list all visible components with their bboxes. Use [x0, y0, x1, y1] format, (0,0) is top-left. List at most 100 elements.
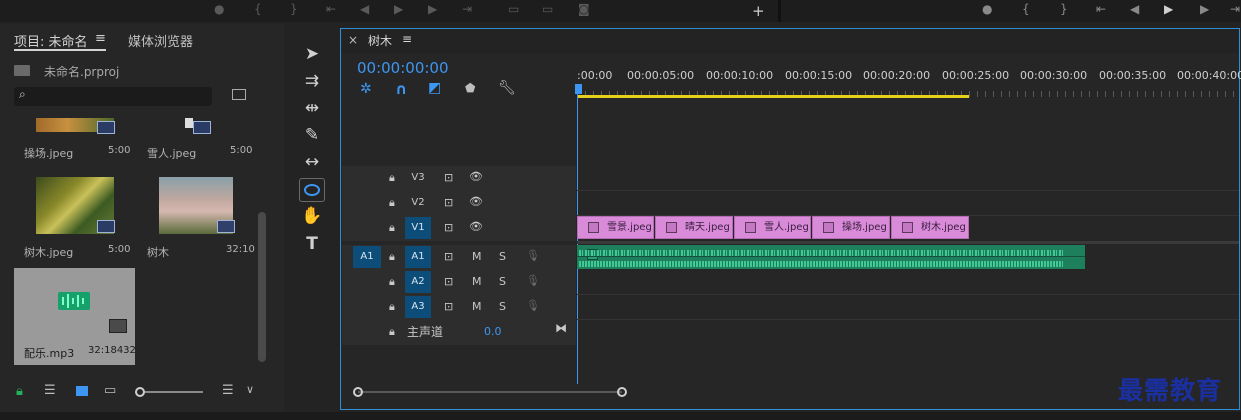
work-area-bar[interactable] — [577, 95, 969, 98]
ripple-edit-tool-icon[interactable]: ⇹ — [300, 97, 324, 119]
add-button-icon[interactable]: + — [752, 2, 765, 20]
program-step-forward-icon[interactable]: ▶ — [1200, 2, 1209, 16]
scroll-handle-right[interactable] — [617, 387, 627, 397]
mic-icon[interactable]: 🎙︎ — [526, 249, 540, 262]
new-bin-icon[interactable] — [232, 89, 246, 100]
type-tool-icon[interactable]: T — [300, 233, 324, 255]
sync-lock-icon[interactable]: ⊡ — [444, 250, 453, 263]
go-out-icon[interactable]: ⇥ — [462, 2, 472, 16]
sequence-tab[interactable]: 树木 — [368, 32, 392, 49]
mic-icon[interactable]: 🎙︎ — [526, 299, 540, 312]
mic-icon[interactable]: 🎙︎ — [526, 274, 540, 287]
lock-track-icon[interactable]: 🔒︎ — [389, 250, 395, 264]
out-point-icon[interactable]: } — [290, 2, 298, 16]
program-step-back-icon[interactable]: ◀ — [1130, 2, 1139, 16]
eye-icon[interactable]: 👁︎ — [469, 220, 483, 233]
zoom-slider-track[interactable] — [145, 391, 203, 393]
list-view-icon[interactable]: ☰ — [44, 383, 56, 398]
playhead-handle[interactable] — [575, 84, 582, 94]
audio-clip[interactable] — [577, 245, 1085, 269]
playhead-line[interactable] — [577, 94, 578, 384]
scroll-handle-left[interactable] — [353, 387, 363, 397]
linked-selection-icon[interactable]: ◩ — [428, 80, 441, 96]
item-duration: 32:18432 — [88, 345, 136, 356]
program-in-icon[interactable]: { — [1022, 2, 1030, 16]
thumbnail-snowman[interactable] — [185, 118, 193, 128]
tab-menu-icon[interactable]: ≡ — [95, 31, 106, 46]
slip-tool-icon[interactable]: ↔ — [300, 151, 324, 173]
solo-button[interactable]: S — [499, 250, 506, 263]
snap-icon[interactable]: ∩ — [395, 80, 407, 98]
eye-icon[interactable]: 👁︎ — [469, 195, 483, 208]
step-back-icon[interactable]: ◀ — [360, 2, 369, 16]
go-in-icon[interactable]: ⇤ — [326, 2, 336, 16]
lock-track-icon[interactable]: 🔒︎ — [389, 275, 395, 289]
hand-tool-icon[interactable]: ✋ — [300, 205, 324, 227]
bin-scrollbar[interactable] — [258, 212, 266, 362]
freeform-view-icon[interactable]: ▭ — [104, 383, 116, 398]
step-forward-icon[interactable]: ▶ — [428, 2, 437, 16]
overwrite-icon[interactable]: ▭ — [542, 2, 553, 16]
zoom-slider-handle[interactable] — [135, 387, 145, 397]
sort-icon[interactable]: ☰ — [222, 383, 234, 398]
track-label-v3[interactable]: V3 — [405, 167, 431, 189]
mute-button[interactable]: M — [472, 250, 482, 263]
track-select-tool-icon[interactable]: ⇉ — [300, 70, 324, 92]
sync-lock-icon[interactable]: ⊡ — [444, 171, 453, 184]
search-input[interactable] — [14, 87, 212, 106]
video-clip[interactable]: 树木.jpeg — [891, 216, 969, 239]
lock-track-icon[interactable]: 🔒︎ — [389, 325, 395, 339]
marker-icon[interactable]: ● — [214, 2, 224, 16]
sync-lock-icon[interactable]: ⊡ — [444, 196, 453, 209]
track-label-a3[interactable]: A3 — [405, 296, 431, 318]
video-clip[interactable]: 晴天.jpeg — [655, 216, 733, 239]
chevron-down-icon[interactable]: ∨ — [246, 383, 254, 396]
master-volume-value[interactable]: 0.0 — [484, 325, 502, 338]
video-clip[interactable]: 操场.jpeg — [812, 216, 890, 239]
tab-media-browser[interactable]: 媒体浏览器 — [128, 31, 193, 50]
sync-lock-icon[interactable]: ⊡ — [444, 300, 453, 313]
mute-button[interactable]: M — [472, 275, 482, 288]
lock-track-icon[interactable]: 🔒︎ — [389, 171, 395, 185]
program-marker-icon[interactable]: ● — [982, 2, 992, 16]
master-meter-icon[interactable]: ⧓ — [555, 321, 567, 335]
mute-button[interactable]: M — [472, 300, 482, 313]
close-tab-icon[interactable]: × — [348, 33, 358, 47]
insert-icon[interactable]: ▭ — [508, 2, 519, 16]
track-label-v1[interactable]: V1 — [405, 217, 431, 239]
track-label-a1[interactable]: A1 — [405, 246, 431, 268]
icon-view-icon[interactable] — [76, 386, 88, 396]
lock-icon[interactable]: 🔒︎ — [16, 384, 23, 399]
timeline-scrollbar-track[interactable] — [358, 391, 622, 393]
source-patch-a1[interactable]: A1 — [353, 246, 381, 268]
selection-tool-icon[interactable]: ➤ — [300, 43, 324, 65]
lock-track-icon[interactable]: 🔒︎ — [389, 196, 395, 210]
tab-project[interactable]: 项目: 未命名 — [14, 31, 88, 50]
track-label-v2[interactable]: V2 — [405, 192, 431, 214]
lock-track-icon[interactable]: 🔒︎ — [389, 300, 395, 314]
solo-button[interactable]: S — [499, 275, 506, 288]
sync-lock-icon[interactable]: ⊡ — [444, 221, 453, 234]
lock-track-icon[interactable]: 🔒︎ — [389, 221, 395, 235]
program-play-icon[interactable]: ▶ — [1164, 2, 1173, 16]
play-icon[interactable]: ▶ — [394, 2, 403, 16]
razor-tool-icon[interactable]: ✎ — [300, 124, 324, 146]
add-marker-icon[interactable]: ⬟ — [465, 81, 475, 95]
eye-icon[interactable]: 👁︎ — [469, 170, 483, 183]
program-go-in-icon[interactable]: ⇤ — [1096, 2, 1106, 16]
track-label-a2[interactable]: A2 — [405, 271, 431, 293]
nest-icon[interactable]: ✲ — [360, 81, 372, 97]
sequence-tab-menu-icon[interactable]: ≡ — [402, 32, 412, 46]
export-frame-icon[interactable]: ◙ — [578, 2, 590, 16]
item-duration: 32:10 — [226, 244, 255, 255]
playhead-timecode[interactable]: 00:00:00:00 — [357, 59, 449, 77]
wrench-icon[interactable]: 🔧︎ — [498, 80, 516, 96]
panel-divider — [778, 0, 781, 22]
sync-lock-icon[interactable]: ⊡ — [444, 275, 453, 288]
solo-button[interactable]: S — [499, 300, 506, 313]
program-out-icon[interactable]: } — [1060, 2, 1068, 16]
in-point-icon[interactable]: { — [254, 2, 262, 16]
video-clip[interactable]: 雪景.jpeg — [577, 216, 654, 239]
video-clip[interactable]: 雪人.jpeg — [734, 216, 811, 239]
program-go-out-icon[interactable]: ⇥ — [1230, 2, 1240, 16]
